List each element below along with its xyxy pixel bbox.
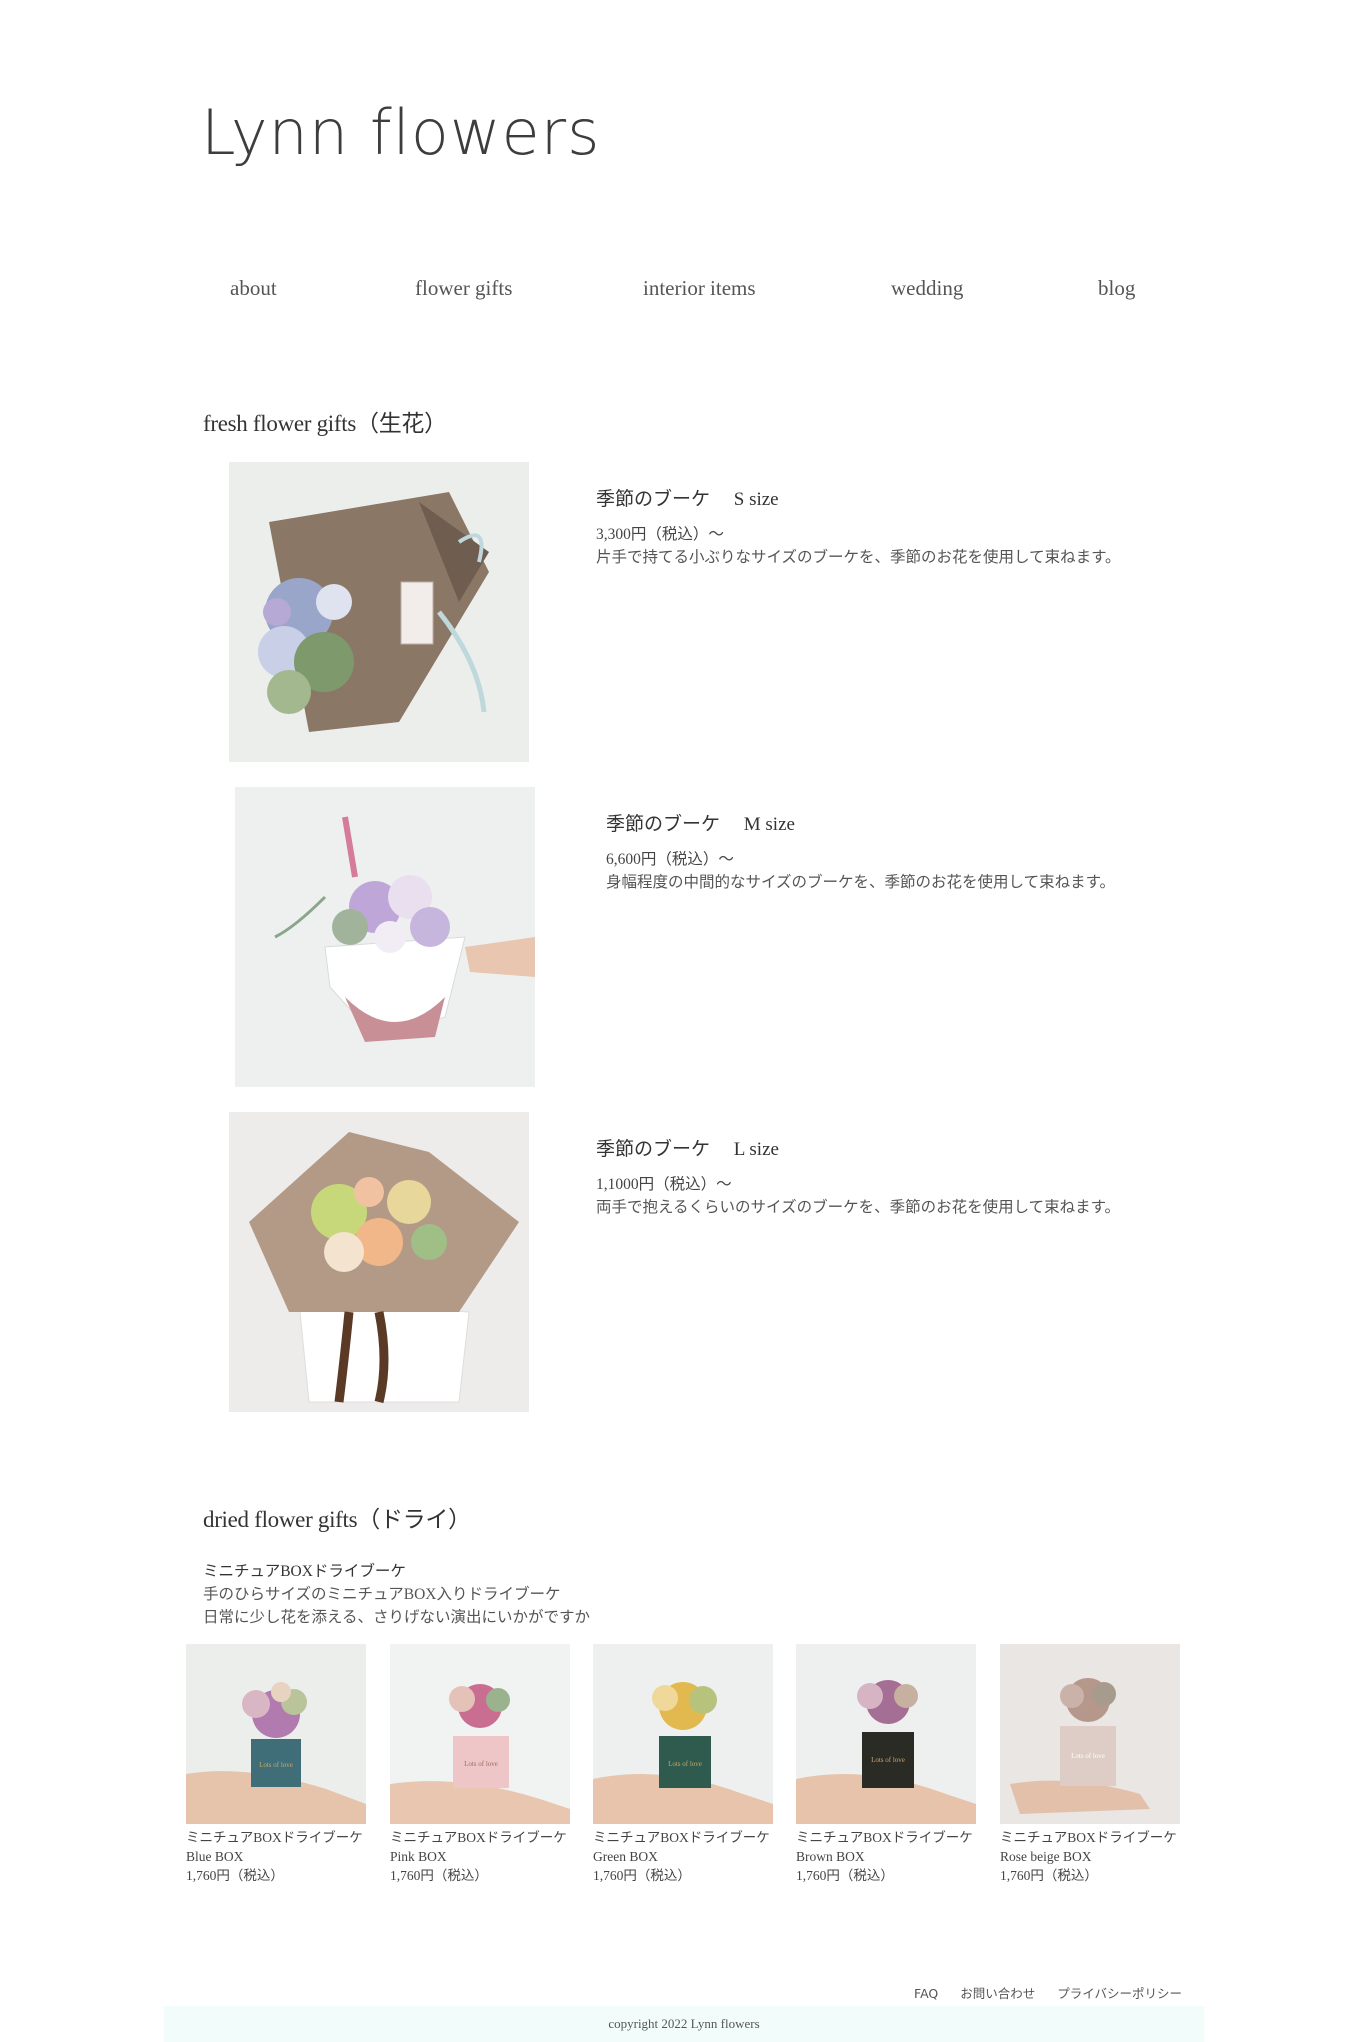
product-l-name: 季節のブーケ L size	[596, 1139, 779, 1160]
blue-box-variant: Blue BOX	[186, 1849, 244, 1864]
brown-box-photo[interactable]: Lots of love	[796, 1644, 976, 1824]
brown-box-label: Lots of love	[871, 1756, 905, 1764]
nav-wedding[interactable]: wedding	[891, 276, 963, 301]
bouquet-s-photo[interactable]	[229, 462, 529, 762]
product-card-green[interactable]: Lots of love ミニチュアBOXドライブーケ Green BOX 1,…	[593, 1644, 773, 1885]
nav-about[interactable]: about	[230, 276, 277, 301]
product-m-price: 6,600円（税込）～	[606, 851, 734, 868]
dried-intro: ミニチュアBOXドライブーケ 手のひらサイズのミニチュアBOX入りドライブーケ …	[203, 1560, 590, 1629]
fresh-section-title: fresh flower gifts（生花）	[203, 411, 447, 436]
pink-box-label: Lots of love	[464, 1760, 498, 1768]
rose-beige-box-price: 1,760円（税込）	[1000, 1868, 1098, 1883]
product-card-brown[interactable]: Lots of love ミニチュアBOXドライブーケ Brown BOX 1,…	[796, 1644, 976, 1885]
brown-box-variant: Brown BOX	[796, 1849, 865, 1864]
dried-line-2: 日常に少し花を添える、さりげない演出にいかがですか	[203, 1609, 591, 1626]
product-l-desc: 両手で抱えるくらいのサイズのブーケを、季節のお花を使用して束ねます。	[596, 1199, 1121, 1216]
green-box-label: Lots of love	[668, 1760, 702, 1768]
green-box-name: ミニチュアBOXドライブーケ	[593, 1830, 770, 1845]
footer-links: FAQ お問い合わせ プライバシーポリシー	[896, 1983, 1182, 2002]
copyright-bar: copyright 2022 Lynn flowers	[164, 2006, 1204, 2042]
site-logo[interactable]: Lynn flowers	[201, 96, 600, 169]
rose-beige-box-photo[interactable]: Lots of love	[1000, 1644, 1180, 1824]
main-nav: about flower gifts interior items weddin…	[0, 276, 1366, 306]
nav-flower-gifts[interactable]: flower gifts	[415, 276, 512, 301]
rose-beige-box-label: Lots of love	[1071, 1752, 1105, 1760]
rose-beige-box-name: ミニチュアBOXドライブーケ	[1000, 1830, 1177, 1845]
product-card-pink[interactable]: Lots of love ミニチュアBOXドライブーケ Pink BOX 1,7…	[390, 1644, 570, 1885]
blue-box-name: ミニチュアBOXドライブーケ	[186, 1830, 363, 1845]
product-s-name: 季節のブーケ S size	[596, 489, 779, 510]
product-m-desc: 身幅程度の中間的なサイズのブーケを、季節のお花を使用して束ねます。	[606, 874, 1116, 891]
bouquet-m-photo[interactable]	[235, 787, 535, 1087]
blue-box-price: 1,760円（税込）	[186, 1868, 284, 1883]
product-l-price: 1,1000円（税込）～	[596, 1176, 732, 1193]
footer-link-contact[interactable]: お問い合わせ	[960, 1986, 1035, 2001]
product-card-blue[interactable]: Lots of love ミニチュアBOXドライブーケ Blue BOX 1,7…	[186, 1644, 366, 1885]
product-card-rose-beige[interactable]: Lots of love ミニチュアBOXドライブーケ Rose beige B…	[1000, 1644, 1180, 1885]
nav-blog[interactable]: blog	[1098, 276, 1135, 301]
nav-interior-items[interactable]: interior items	[643, 276, 756, 301]
copyright-text: copyright 2022 Lynn flowers	[608, 2016, 760, 2031]
brown-box-name: ミニチュアBOXドライブーケ	[796, 1830, 973, 1845]
pink-box-price: 1,760円（税込）	[390, 1868, 488, 1883]
pink-box-photo[interactable]: Lots of love	[390, 1644, 570, 1824]
blue-box-label: Lots of love	[259, 1761, 293, 1769]
green-box-variant: Green BOX	[593, 1849, 658, 1864]
dried-line-1: 手のひらサイズのミニチュアBOX入りドライブーケ	[203, 1586, 561, 1603]
blue-box-photo[interactable]: Lots of love	[186, 1644, 366, 1824]
product-m-name: 季節のブーケ M size	[606, 814, 795, 835]
pink-box-name: ミニチュアBOXドライブーケ	[390, 1830, 567, 1845]
brown-box-price: 1,760円（税込）	[796, 1868, 894, 1883]
green-box-photo[interactable]: Lots of love	[593, 1644, 773, 1824]
footer-link-privacy[interactable]: プライバシーポリシー	[1057, 1986, 1182, 2001]
green-box-price: 1,760円（税込）	[593, 1868, 691, 1883]
footer-link-faq[interactable]: FAQ	[914, 1986, 938, 2001]
dried-lead: ミニチュアBOXドライブーケ	[203, 1563, 406, 1580]
product-s-price: 3,300円（税込）～	[596, 526, 724, 543]
rose-beige-box-variant: Rose beige BOX	[1000, 1849, 1092, 1864]
pink-box-variant: Pink BOX	[390, 1849, 447, 1864]
dried-section-title: dried flower gifts（ドライ）	[203, 1507, 471, 1532]
product-s-desc: 片手で持てる小ぶりなサイズのブーケを、季節のお花を使用して束ねます。	[596, 549, 1121, 566]
bouquet-l-photo[interactable]	[229, 1112, 529, 1412]
